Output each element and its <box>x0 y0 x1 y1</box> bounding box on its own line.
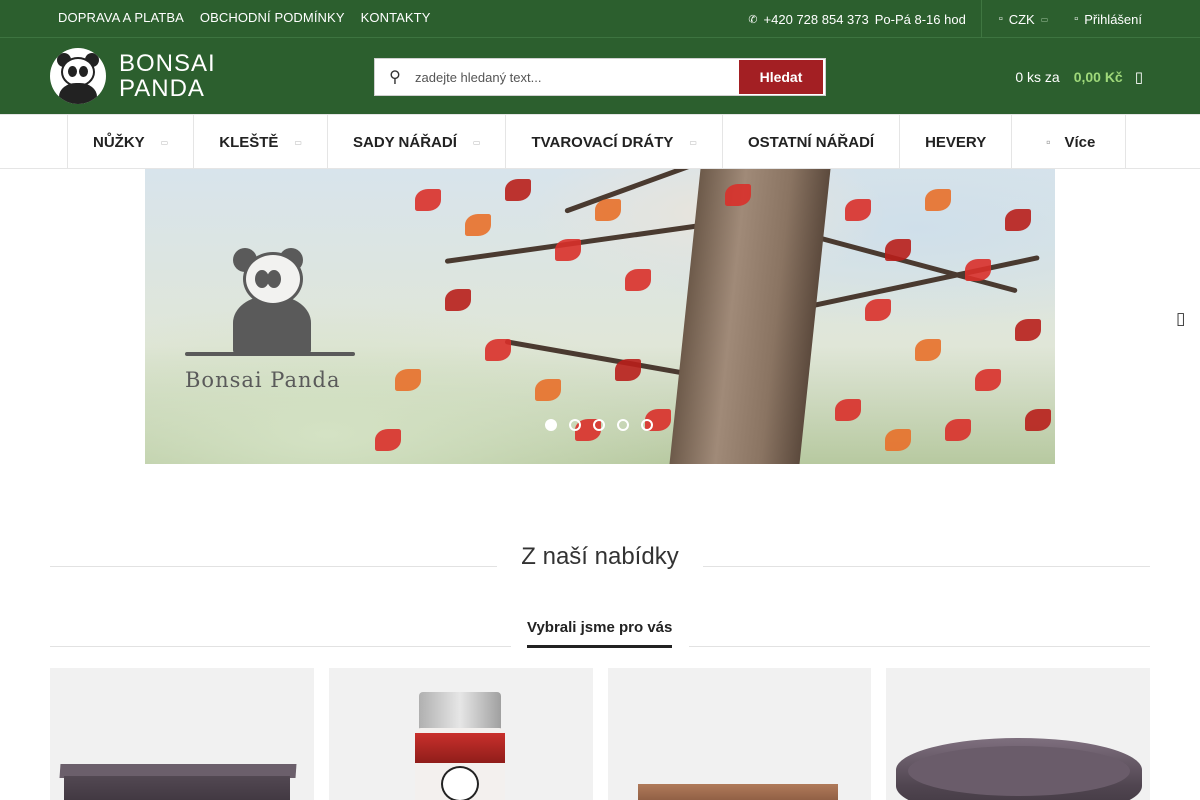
search-bar: ⚲ Hledat <box>374 58 826 96</box>
currency-label: CZK <box>1008 11 1035 27</box>
top-bar: DOPRAVA A PLATBA OBCHODNÍ PODMÍNKY KONTA… <box>0 0 1200 38</box>
product-card-bottle[interactable] <box>328 668 593 800</box>
currency-icon: ▫ <box>998 13 1003 25</box>
nav-item-hevery[interactable]: HEVERY <box>899 115 1011 169</box>
product-card-rectangular-pot[interactable] <box>50 668 314 800</box>
site-logo[interactable]: BONSAI PANDA <box>50 48 216 104</box>
currency-selector[interactable]: ▫ CZK ▭ <box>982 0 1074 38</box>
cart-summary[interactable]: 0 ks za 0,00 Kč ▯ <box>1015 68 1143 86</box>
product-tabs: Vybrali jsme pro vás <box>50 616 1150 650</box>
opening-hours: Po-Pá 8-16 hod <box>874 11 966 27</box>
product-card-oval-pot[interactable] <box>886 668 1150 800</box>
nav-more-label: Více <box>1064 133 1096 151</box>
nav-item-more[interactable]: ▫ Více <box>1011 115 1127 169</box>
cart-price: 0,00 Kč <box>1073 69 1123 85</box>
banner-logo: Bonsai Panda <box>185 244 360 392</box>
logo-text: BONSAI PANDA <box>119 51 216 101</box>
nav-item-label: KLEŠTĚ <box>219 133 279 151</box>
top-right: ✆ +420 728 854 373 Po-Pá 8-16 hod ▫ CZK … <box>748 0 1200 38</box>
tab-recommended[interactable]: Vybrali jsme pro vás <box>527 616 673 648</box>
slider-dots <box>545 419 653 431</box>
phone-info[interactable]: ✆ +420 728 854 373 Po-Pá 8-16 hod <box>748 0 982 38</box>
nav-item-label: NŮŽKY <box>93 133 145 151</box>
nav-item-label: HEVERY <box>925 133 987 151</box>
chevron-down-icon: ▭ <box>1040 14 1049 24</box>
logo-line-1: BONSAI <box>119 50 216 77</box>
panda-logo-icon <box>440 766 479 800</box>
section-title: Z naší nabídky <box>521 543 679 570</box>
link-contacts[interactable]: KONTAKTY <box>361 10 431 25</box>
nav-item-label: OSTATNÍ NÁŘADÍ <box>747 133 875 151</box>
main-nav: NŮŽKY ▭ KLEŠTĚ ▭ SADY NÁŘADÍ ▭ TVAROVACÍ… <box>0 114 1200 169</box>
user-icon: ▫ <box>1074 13 1079 25</box>
nav-item-label: TVAROVACÍ DRÁTY <box>531 133 674 151</box>
product-image <box>908 746 1131 796</box>
product-image <box>64 776 290 800</box>
hero-banner[interactable]: Bonsai Panda <box>145 169 1055 464</box>
submenu-icon: ▭ <box>160 137 169 147</box>
login-label: Přihlášení <box>1084 11 1142 27</box>
cart-icon: ▯ <box>1134 69 1143 86</box>
search-button[interactable]: Hledat <box>739 60 823 94</box>
product-image <box>637 784 838 800</box>
cart-quantity: 0 ks za <box>1015 69 1060 85</box>
submenu-icon: ▭ <box>472 137 481 147</box>
header: BONSAI PANDA ⚲ Hledat 0 ks za 0,00 Kč ▯ <box>0 38 1200 115</box>
nav-item-nuzky[interactable]: NŮŽKY ▭ <box>67 115 193 169</box>
search-input[interactable] <box>415 59 739 95</box>
top-links: DOPRAVA A PLATBA OBCHODNÍ PODMÍNKY KONTA… <box>58 0 431 34</box>
phone-number: +420 728 854 373 <box>763 11 869 27</box>
slider-dot-5[interactable] <box>641 419 653 431</box>
login-link[interactable]: ▫ Přihlášení <box>1074 0 1200 38</box>
banner-tree-trunk <box>669 169 831 464</box>
link-terms[interactable]: OBCHODNÍ PODMÍNKY <box>200 10 345 25</box>
link-shipping-payment[interactable]: DOPRAVA A PLATBA <box>58 10 184 25</box>
search-icon: ⚲ <box>389 69 401 86</box>
nav-item-label: SADY NÁŘADÍ <box>352 133 457 151</box>
panda-logo-icon <box>185 244 355 362</box>
divider <box>689 646 1150 647</box>
banner-logo-text: Bonsai Panda <box>185 368 341 392</box>
phone-icon: ✆ <box>748 13 758 26</box>
nav-item-ostatni-naradi[interactable]: OSTATNÍ NÁŘADÍ <box>721 115 899 169</box>
logo-line-2: PANDA <box>119 75 205 102</box>
divider <box>50 646 511 647</box>
submenu-icon: ▭ <box>689 137 697 147</box>
nav-item-klestě[interactable]: KLEŠTĚ ▭ <box>193 115 327 169</box>
product-grid <box>50 668 1150 800</box>
product-card-clay-pot[interactable] <box>607 668 872 800</box>
nav-items: NŮŽKY ▭ KLEŠTĚ ▭ SADY NÁŘADÍ ▭ TVAROVACÍ… <box>67 115 1127 169</box>
menu-icon: ▫ <box>1046 135 1051 149</box>
panda-logo-icon <box>50 48 106 104</box>
slider-dot-4[interactable] <box>617 419 629 431</box>
product-image <box>418 692 501 732</box>
slider-dot-3[interactable] <box>593 419 605 431</box>
section-header: Z naší nabídky <box>50 543 1150 577</box>
nav-item-sady-naradi[interactable]: SADY NÁŘADÍ ▭ <box>326 115 505 169</box>
slider-dot-1[interactable] <box>545 419 557 431</box>
product-image <box>414 733 505 763</box>
nav-item-tvarovaci-draty[interactable]: TVAROVACÍ DRÁTY ▭ <box>505 115 722 169</box>
submenu-icon: ▭ <box>294 137 302 147</box>
slider-next-icon[interactable]: ▯ <box>1176 309 1185 329</box>
slider-dot-2[interactable] <box>569 419 581 431</box>
